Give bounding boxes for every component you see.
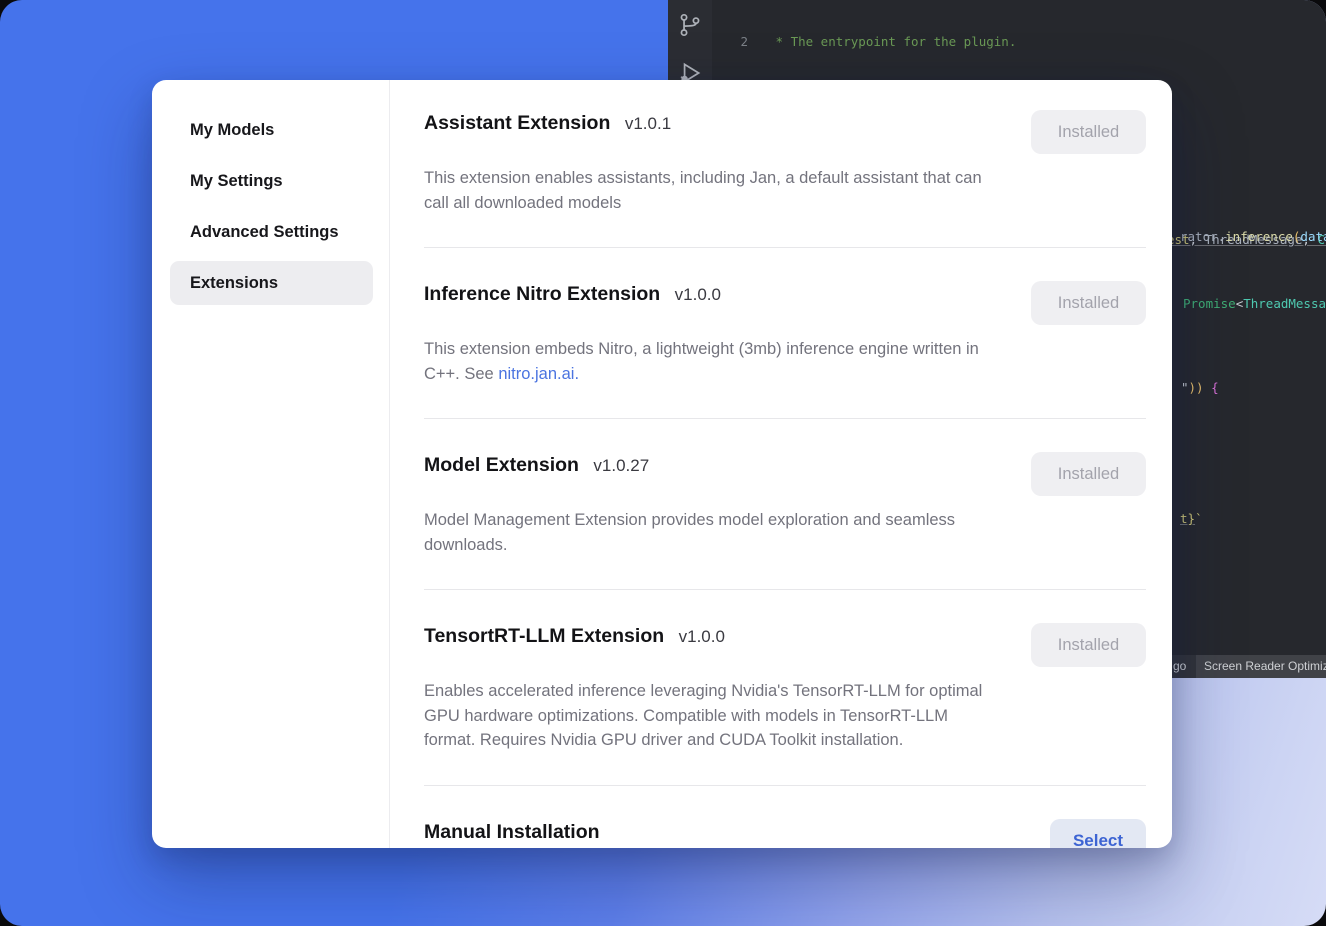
manual-installation-row: Manual Installation Select Select an ext… (424, 786, 1146, 849)
extension-heading: Model Extension v1.0.27 (424, 452, 649, 477)
sidebar-item-my-models[interactable]: My Models (170, 108, 373, 152)
extension-description: Enables accelerated inference leveraging… (424, 679, 999, 753)
nitro-link[interactable]: nitro.jan.ai. (498, 365, 579, 383)
code-fragment: ")) { (1181, 380, 1219, 395)
extension-title: Assistant Extension (424, 112, 610, 134)
sidebar-item-my-settings[interactable]: My Settings (170, 159, 373, 203)
settings-modal: My Models My Settings Advanced Settings … (152, 80, 1172, 848)
code-fragment: Promise<ThreadMessage> (1183, 296, 1326, 311)
installed-button[interactable]: Installed (1031, 110, 1146, 154)
extension-heading: Manual Installation (424, 819, 600, 844)
extension-row: TensortRT-LLM Extension v1.0.0 Installed… (424, 590, 1146, 786)
select-button[interactable]: Select (1050, 819, 1146, 849)
extension-version: v1.0.0 (679, 627, 725, 646)
extension-title: Inference Nitro Extension (424, 283, 660, 305)
extensions-panel: Assistant Extension v1.0.1 Installed Thi… (390, 80, 1172, 848)
extension-version: v1.0.1 (625, 114, 671, 133)
extension-version: v1.0.27 (593, 456, 649, 475)
screen-reader-status[interactable]: Screen Reader Optimized (1196, 655, 1326, 678)
line-number: 2 (712, 34, 758, 51)
installed-button[interactable]: Installed (1031, 281, 1146, 325)
status-text: go (1173, 655, 1186, 678)
extension-description: This extension embeds Nitro, a lightweig… (424, 337, 999, 386)
extension-row: Inference Nitro Extension v1.0.0 Install… (424, 248, 1146, 419)
code-text: * The entrypoint for the plugin. (758, 34, 1016, 51)
code-line: 2 * The entrypoint for the plugin. (712, 34, 1326, 51)
extension-heading: TensortRT-LLM Extension v1.0.0 (424, 623, 725, 648)
extension-description: Model Management Extension provides mode… (424, 508, 999, 557)
sidebar-item-extensions[interactable]: Extensions (170, 261, 373, 305)
extension-row: Assistant Extension v1.0.1 Installed Thi… (424, 110, 1146, 248)
extension-title: Model Extension (424, 454, 579, 476)
code-fragment: rator.inference(data)); (1180, 229, 1326, 244)
installed-button[interactable]: Installed (1031, 452, 1146, 496)
extension-row: Model Extension v1.0.27 Installed Model … (424, 419, 1146, 590)
extension-heading: Assistant Extension v1.0.1 (424, 110, 671, 135)
installed-button[interactable]: Installed (1031, 623, 1146, 667)
extension-title: TensortRT-LLM Extension (424, 625, 664, 647)
extension-version: v1.0.0 (675, 285, 721, 304)
manual-installation-title: Manual Installation (424, 821, 600, 843)
app-window: 2 * The entrypoint for the plugin. 3 */ … (0, 0, 1326, 926)
source-control-icon[interactable] (677, 12, 703, 38)
settings-sidebar: My Models My Settings Advanced Settings … (152, 80, 390, 848)
sidebar-item-advanced-settings[interactable]: Advanced Settings (170, 210, 373, 254)
extension-description: This extension enables assistants, inclu… (424, 166, 999, 215)
code-fragment: t}` (1180, 511, 1203, 526)
extension-heading: Inference Nitro Extension v1.0.0 (424, 281, 721, 306)
